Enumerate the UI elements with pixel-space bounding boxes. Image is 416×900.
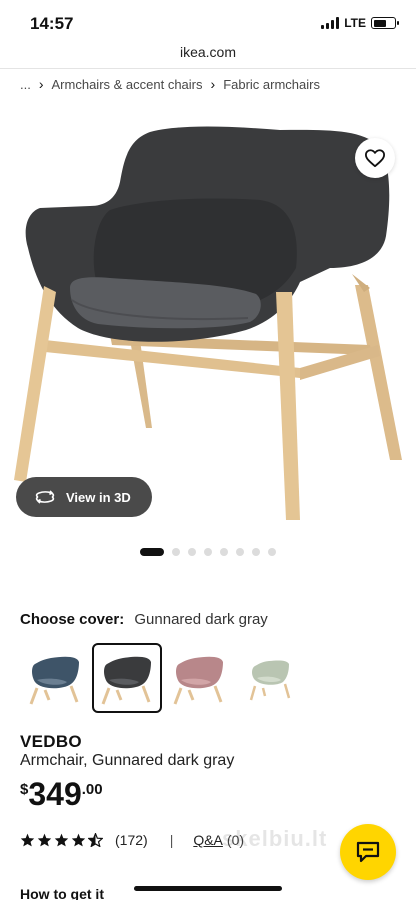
chat-button[interactable]	[340, 824, 396, 880]
star-icon	[37, 833, 52, 847]
status-bar: 14:57 LTE	[0, 0, 416, 46]
product-name: VEDBO	[20, 732, 82, 751]
breadcrumb-item-armchairs[interactable]: Armchairs & accent chairs	[52, 77, 203, 92]
view-in-3d-label: View in 3D	[66, 489, 131, 505]
reviews-separator: |	[169, 832, 174, 848]
heart-icon	[364, 149, 385, 168]
image-carousel-dots	[140, 548, 276, 556]
breadcrumb: ... › Armchairs & accent chairs › Fabric…	[20, 76, 320, 92]
how-to-get-it-heading: How to get it	[20, 886, 104, 900]
watermark: skelbiu.lt	[222, 826, 328, 851]
product-description: Armchair, Gunnared dark gray	[20, 752, 235, 769]
price-integer: 349	[28, 776, 82, 812]
url-divider	[0, 68, 416, 69]
carousel-dot[interactable]	[140, 548, 164, 556]
rating-stars[interactable]	[20, 833, 103, 847]
carousel-dot[interactable]	[188, 548, 196, 556]
product-image[interactable]	[0, 104, 416, 534]
url-bar[interactable]: ikea.com	[0, 44, 416, 66]
signal-icon	[321, 17, 340, 29]
breadcrumb-item-fabric-armchairs[interactable]: Fabric armchairs	[223, 77, 320, 92]
carousel-dot[interactable]	[220, 548, 228, 556]
rotate-3d-icon	[35, 490, 55, 504]
product-price: $ 349 .00	[20, 776, 103, 812]
price-decimal: .00	[81, 781, 103, 798]
cover-swatches	[20, 643, 306, 713]
home-indicator	[134, 886, 282, 891]
status-icons: LTE	[321, 16, 399, 30]
status-time: 14:57	[30, 14, 74, 33]
view-in-3d-button[interactable]: View in 3D	[16, 477, 152, 517]
url-text: ikea.com	[179, 44, 237, 60]
star-icon	[71, 833, 86, 847]
chat-icon	[356, 841, 380, 863]
choose-cover: Choose cover: Gunnared dark gray	[20, 611, 268, 628]
cover-swatch-pink[interactable]	[164, 643, 234, 713]
cover-swatch-light-green[interactable]	[236, 643, 306, 713]
star-half-icon	[88, 833, 103, 847]
chevron-right-icon: ›	[38, 76, 44, 92]
cover-label: Choose cover:	[20, 611, 125, 628]
reviews-row: (172) | Q&A (0)	[20, 832, 244, 848]
network-type: LTE	[344, 16, 366, 30]
chevron-right-icon: ›	[210, 76, 216, 92]
qa-link[interactable]: Q&A	[193, 832, 223, 848]
chair-thumbnail	[249, 660, 291, 701]
review-count[interactable]: (172)	[115, 832, 148, 848]
cover-swatch-blue[interactable]	[20, 643, 90, 713]
cover-selected-value: Gunnared dark gray	[134, 611, 268, 628]
star-icon	[54, 833, 69, 847]
cover-swatch-dark-gray[interactable]	[92, 643, 162, 713]
chair-thumbnail	[29, 656, 79, 705]
price-currency: $	[20, 781, 29, 798]
chair-thumbnail	[173, 656, 223, 705]
chair-thumbnail	[101, 656, 151, 705]
carousel-dot[interactable]	[268, 548, 276, 556]
star-icon	[20, 833, 35, 847]
breadcrumb-ellipsis[interactable]: ...	[20, 77, 31, 92]
wishlist-button[interactable]	[355, 138, 395, 178]
carousel-dot[interactable]	[172, 548, 180, 556]
carousel-dot[interactable]	[236, 548, 244, 556]
battery-icon	[371, 17, 399, 29]
carousel-dot[interactable]	[204, 548, 212, 556]
carousel-dot[interactable]	[252, 548, 260, 556]
